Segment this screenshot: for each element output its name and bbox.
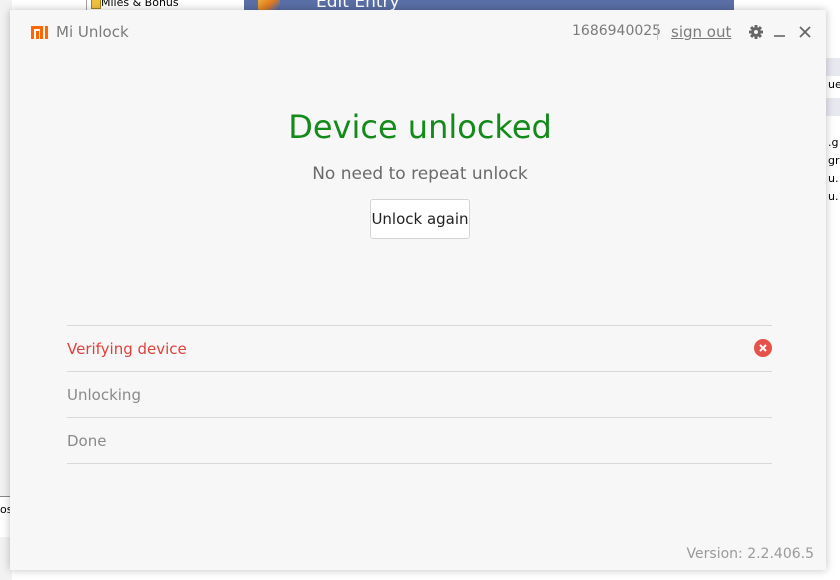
- step-label: Done: [67, 432, 107, 450]
- status-subtitle: No need to repeat unlock: [312, 164, 528, 184]
- folder-icon: [91, 0, 101, 9]
- background-window-right: ue .g gr u. u.: [826, 0, 840, 580]
- settings-button[interactable]: [746, 22, 766, 42]
- status-title: Device unlocked: [288, 108, 552, 146]
- close-icon: [799, 26, 811, 38]
- mi-logo-icon: [31, 26, 48, 39]
- step-label: Unlocking: [67, 386, 141, 404]
- background-tree-panel: Miles & Bonus: [86, 0, 237, 10]
- progress-steps: Verifying device Unlocking Done: [67, 325, 772, 464]
- background-row-band: [826, 58, 840, 76]
- app-title: Mi Unlock: [56, 23, 129, 41]
- edit-icon: [258, 0, 280, 10]
- titlebar[interactable]: Mi Unlock 1686940025 sign out: [10, 10, 826, 54]
- gear-icon: [749, 25, 763, 39]
- background-dialog-title: Edit Entry: [316, 0, 400, 10]
- step-verifying-device: Verifying device: [67, 326, 772, 372]
- minimize-button[interactable]: [770, 22, 790, 42]
- mi-unlock-window: Mi Unlock 1686940025 sign out Device unl…: [10, 10, 826, 570]
- background-dialog-titlebar: Edit Entry: [244, 0, 734, 10]
- version-label: Version: 2.2.406.5: [686, 546, 814, 562]
- divider: [657, 26, 658, 40]
- sign-out-link[interactable]: sign out: [671, 23, 731, 41]
- step-label: Verifying device: [67, 340, 187, 358]
- error-icon: [754, 339, 772, 357]
- unlock-again-button[interactable]: Unlock again: [370, 199, 470, 239]
- account-id: 1686940025: [572, 23, 662, 39]
- step-done: Done: [67, 418, 772, 464]
- background-text-fragment: ue: [828, 78, 840, 91]
- close-button[interactable]: [795, 22, 815, 42]
- minimize-icon: [774, 35, 785, 37]
- background-text-fragment: u.: [828, 190, 839, 203]
- background-tree-item: Miles & Bonus: [101, 0, 179, 9]
- step-unlocking: Unlocking: [67, 372, 772, 418]
